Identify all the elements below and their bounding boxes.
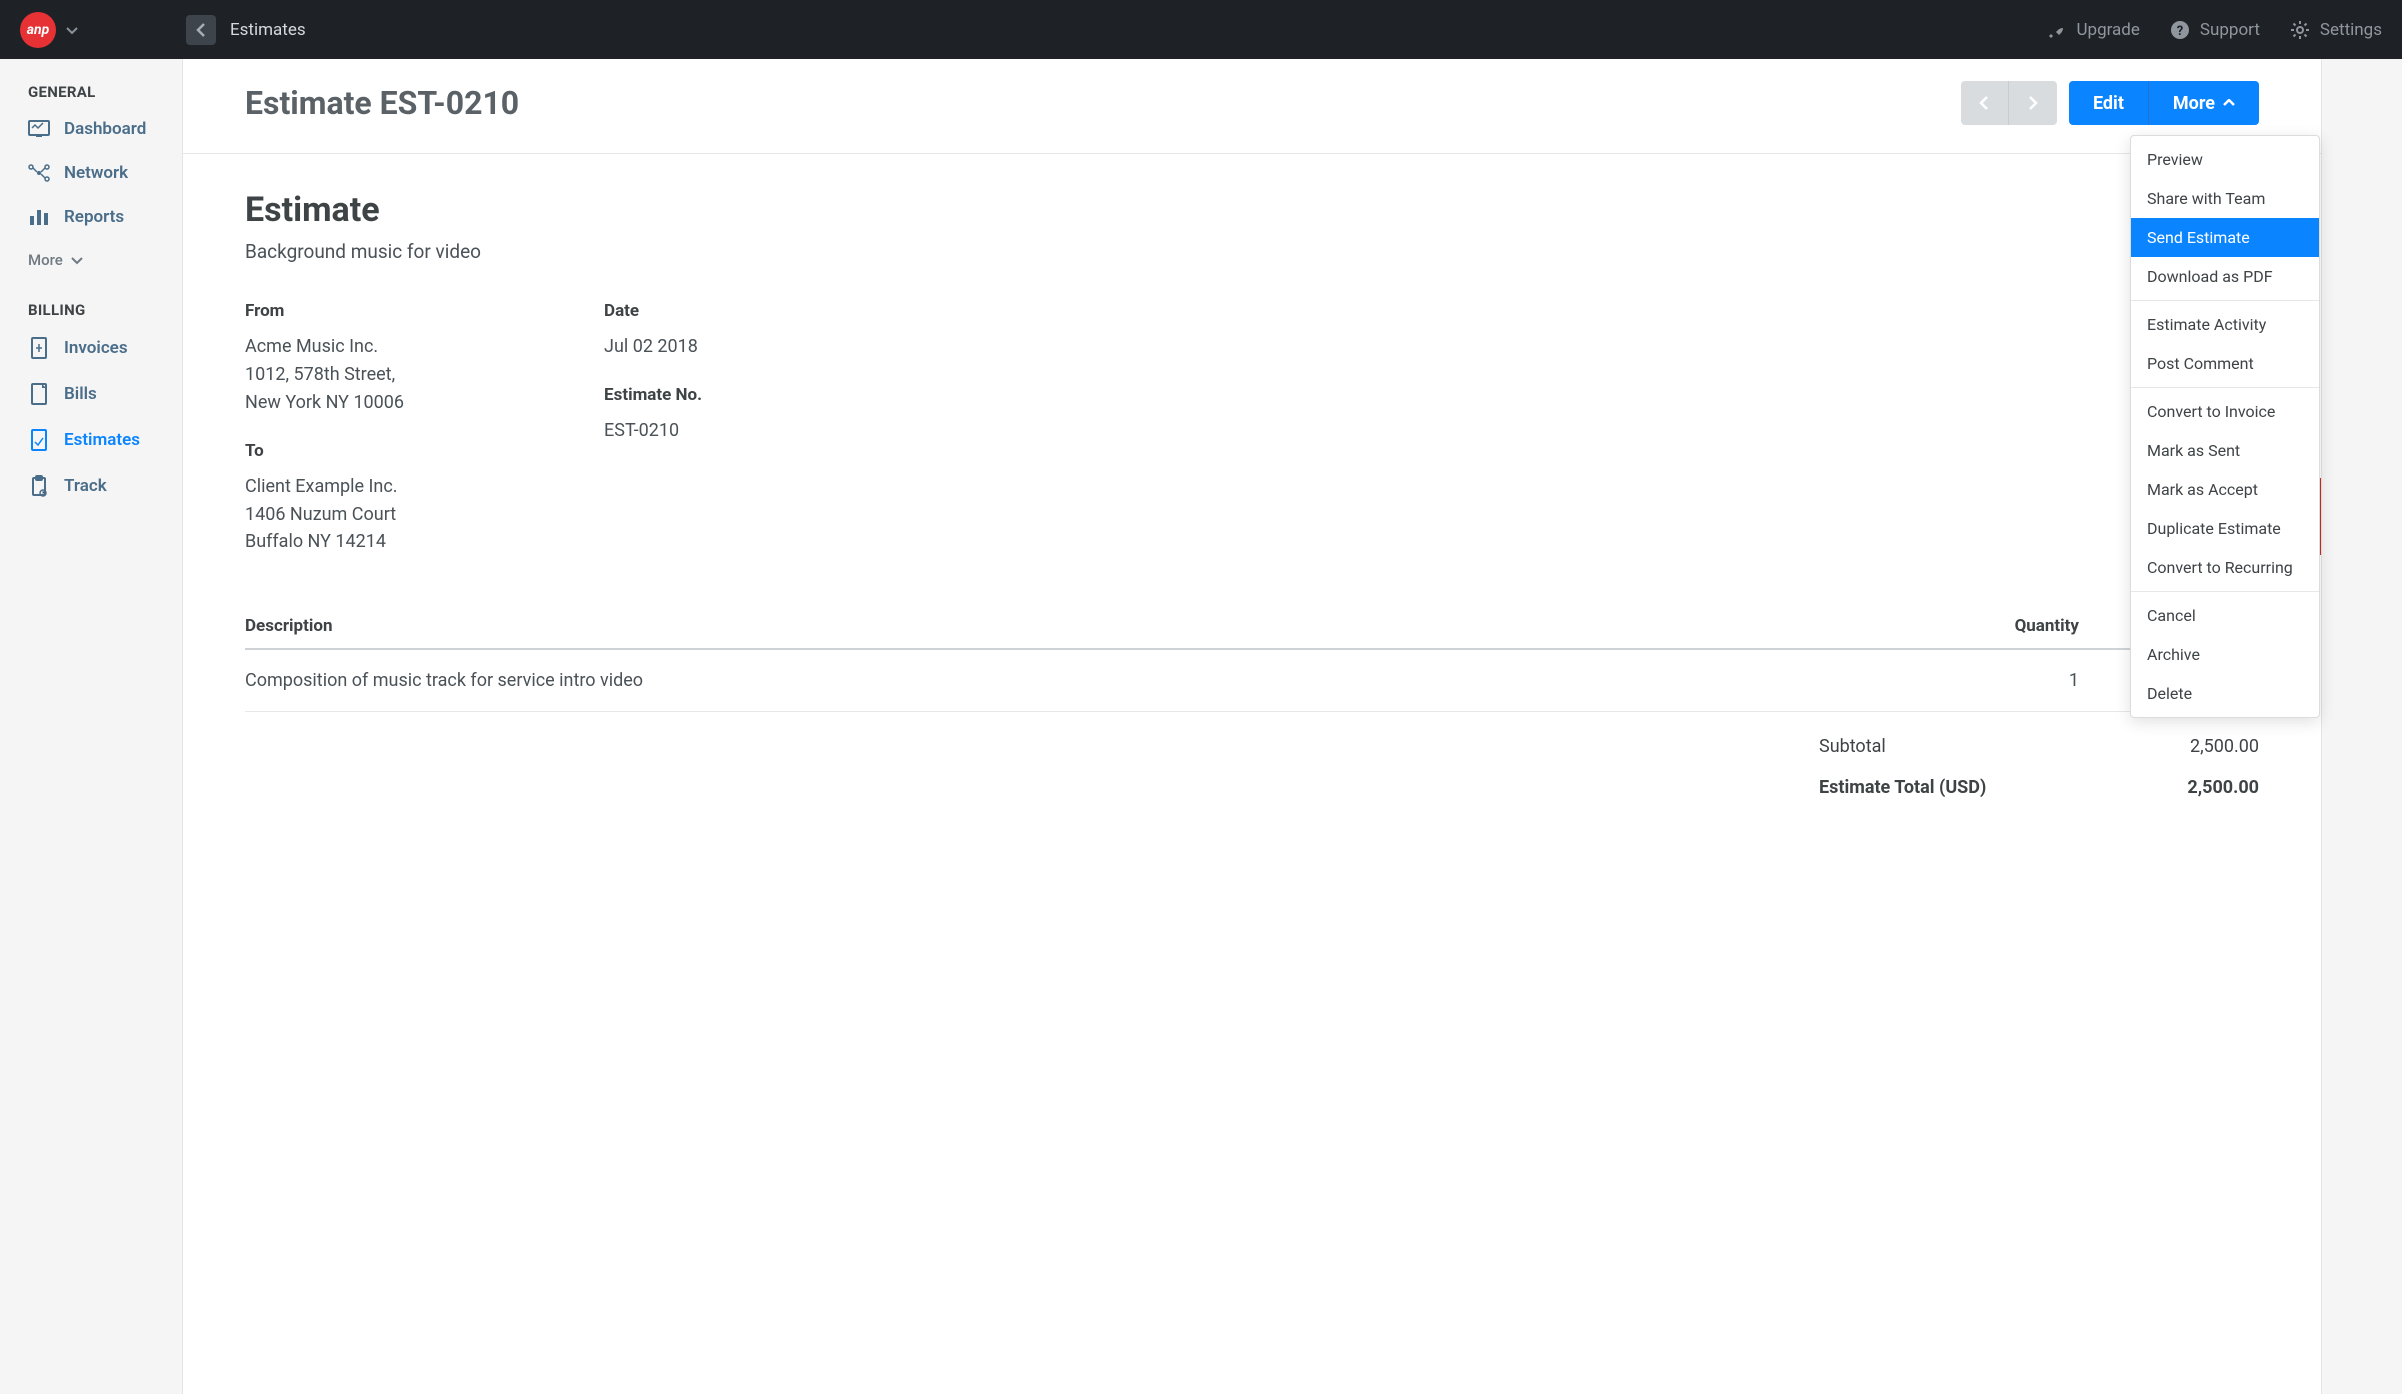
sidebar-item-estimates[interactable]: Estimates: [28, 429, 164, 451]
dropdown-item-archive[interactable]: Archive: [2131, 635, 2319, 674]
totals: Subtotal 2,500.00 Estimate Total (USD) 2…: [1819, 724, 2259, 806]
col-description: Description: [245, 616, 1939, 636]
estimate-body: Estimate Background music for video From…: [183, 154, 2321, 842]
estimates-icon: [28, 429, 50, 451]
pager: [1961, 81, 2057, 125]
logo-caret-icon[interactable]: [66, 21, 78, 39]
action-buttons: Edit More: [2069, 81, 2259, 125]
dropdown-divider: [2131, 300, 2319, 301]
line-items-table: Description Quantity R Composition of mu…: [245, 604, 2259, 712]
gear-icon: [2290, 20, 2310, 40]
sidebar-item-bills[interactable]: Bills: [28, 383, 164, 405]
dropdown-item-send[interactable]: Send Estimate: [2131, 218, 2319, 257]
section-label-billing: BILLING: [28, 301, 164, 319]
dropdown-item-cancel[interactable]: Cancel: [2131, 596, 2319, 635]
logo[interactable]: anp: [20, 12, 56, 48]
subtotal-row: Subtotal 2,500.00: [1819, 724, 2259, 765]
track-icon: [28, 475, 50, 497]
dropdown-divider: [2131, 387, 2319, 388]
dropdown-item-preview[interactable]: Preview: [2131, 140, 2319, 179]
chevron-down-icon: [71, 251, 83, 269]
topbar: anp Estimates Upgrade ? Support Settings: [0, 0, 2402, 59]
reports-icon: [28, 208, 50, 226]
sidebar-item-label: Reports: [64, 207, 124, 227]
more-dropdown: Preview Share with Team Send Estimate Do…: [2130, 135, 2320, 718]
dropdown-item-mark-sent[interactable]: Mark as Sent: [2131, 431, 2319, 470]
invoices-icon: [28, 337, 50, 359]
estimate-heading: Estimate: [245, 190, 2259, 230]
main-content: Estimate EST-0210 Edit More: [182, 59, 2322, 1394]
pager-next[interactable]: [2009, 81, 2057, 125]
table-header: Description Quantity R: [245, 604, 2259, 650]
dropdown-item-mark-accept[interactable]: Mark as Accept: [2131, 470, 2319, 509]
back-button[interactable]: [186, 15, 216, 45]
upgrade-link[interactable]: Upgrade: [2047, 20, 2140, 40]
page-title: Estimate EST-0210: [245, 84, 1961, 122]
sidebar-item-label: Estimates: [64, 430, 140, 450]
grandtotal-row: Estimate Total (USD) 2,500.00: [1819, 765, 2259, 806]
pager-prev[interactable]: [1961, 81, 2009, 125]
sidebar-item-network[interactable]: Network: [28, 163, 164, 183]
sidebar-item-label: Network: [64, 163, 128, 183]
dropdown-item-comment[interactable]: Post Comment: [2131, 344, 2319, 383]
chevron-up-icon: [2223, 99, 2235, 107]
dashboard-icon: [28, 120, 50, 138]
more-button[interactable]: More: [2148, 81, 2259, 125]
sidebar-item-track[interactable]: Track: [28, 475, 164, 497]
dropdown-item-convert-recurring[interactable]: Convert to Recurring: [2131, 548, 2319, 587]
dropdown-item-convert-invoice[interactable]: Convert to Invoice: [2131, 392, 2319, 431]
settings-link[interactable]: Settings: [2290, 20, 2382, 40]
col-quantity: Quantity: [1939, 616, 2079, 636]
sidebar-item-dashboard[interactable]: Dashboard: [28, 119, 164, 139]
estimate-subtitle: Background music for video: [245, 240, 2259, 263]
rocket-icon: [2047, 20, 2067, 40]
dropdown-item-download[interactable]: Download as PDF: [2131, 257, 2319, 296]
section-label-general: GENERAL: [28, 83, 164, 101]
date-value: Jul 02 2018: [604, 333, 702, 361]
breadcrumb: Estimates: [186, 15, 306, 45]
from-block: Acme Music Inc. 1012, 578th Street, New …: [245, 333, 404, 417]
dropdown-divider: [2131, 591, 2319, 592]
sidebar-item-reports[interactable]: Reports: [28, 207, 164, 227]
bills-icon: [28, 383, 50, 405]
page-header: Estimate EST-0210 Edit More: [183, 59, 2321, 154]
dropdown-item-activity[interactable]: Estimate Activity: [2131, 305, 2319, 344]
sidebar-item-label: Bills: [64, 384, 97, 404]
sidebar: GENERAL Dashboard Network Reports More: [0, 59, 182, 1394]
sidebar-item-label: Invoices: [64, 338, 128, 358]
estno-value: EST-0210: [604, 417, 702, 445]
date-label: Date: [604, 301, 702, 321]
edit-button[interactable]: Edit: [2069, 81, 2148, 125]
dropdown-item-duplicate[interactable]: Duplicate Estimate: [2131, 509, 2319, 548]
sidebar-more[interactable]: More: [28, 251, 164, 269]
estno-label: Estimate No.: [604, 385, 702, 405]
from-label: From: [245, 301, 404, 321]
to-label: To: [245, 441, 404, 461]
sidebar-item-label: Dashboard: [64, 119, 146, 139]
help-icon: ?: [2170, 20, 2190, 40]
to-block: Client Example Inc. 1406 Nuzum Court Buf…: [245, 473, 404, 557]
sidebar-item-label: Track: [64, 476, 107, 496]
table-row: Composition of music track for service i…: [245, 650, 2259, 712]
support-link[interactable]: ? Support: [2170, 20, 2260, 40]
network-icon: [28, 164, 50, 182]
dropdown-item-delete[interactable]: Delete: [2131, 674, 2319, 713]
sidebar-item-invoices[interactable]: Invoices: [28, 337, 164, 359]
svg-text:?: ?: [2177, 24, 2183, 39]
dropdown-item-share[interactable]: Share with Team: [2131, 179, 2319, 218]
breadcrumb-text[interactable]: Estimates: [230, 20, 306, 40]
